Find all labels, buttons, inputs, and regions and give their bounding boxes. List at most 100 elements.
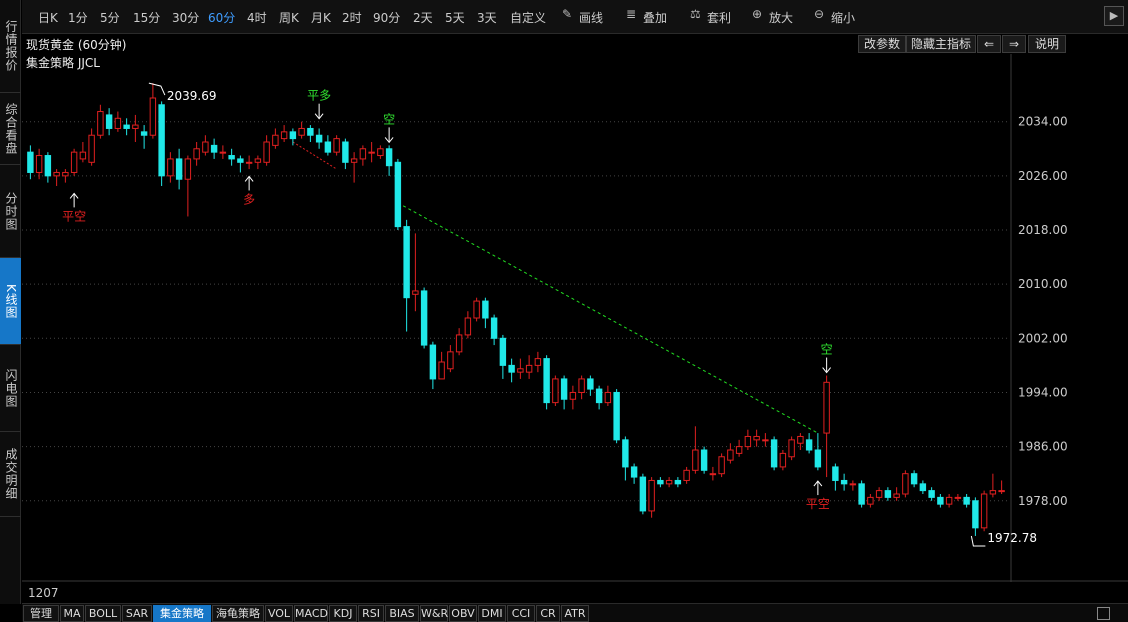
- candle-body: [534, 358, 542, 366]
- candle-body: [998, 490, 1005, 493]
- indicator-tab-15[interactable]: CR: [536, 605, 560, 622]
- candle-body: [175, 158, 183, 180]
- period-button-4[interactable]: 30分: [172, 9, 199, 26]
- period-button-12[interactable]: 5天: [445, 9, 465, 26]
- zoom-out-icon[interactable]: ⊖: [814, 8, 827, 21]
- indicator-tab-0[interactable]: 管理: [23, 605, 59, 622]
- arrow-left-button[interactable]: ⇐: [977, 35, 1001, 53]
- sidebar-tab-label: 分时图: [4, 191, 18, 231]
- candle-body: [587, 378, 594, 390]
- candlestick-chart[interactable]: 2034.00 2026.00 2018.00 2010.00 2002.00 1994.…: [22, 54, 1128, 582]
- indicator-tab-1[interactable]: MA: [60, 605, 84, 622]
- indicator-tab-11[interactable]: W&R: [420, 605, 448, 622]
- candle-body: [525, 364, 533, 373]
- period-button-7[interactable]: 周K: [279, 9, 299, 26]
- period-button-11[interactable]: 2天: [413, 9, 433, 26]
- candle-body: [613, 391, 620, 441]
- candle-body: [648, 479, 655, 512]
- chart-title: 现货黄金 (60分钟): [26, 38, 127, 52]
- arbitrage-icon[interactable]: ⚖: [690, 8, 703, 21]
- signal-label: 平空: [62, 209, 86, 223]
- candle-body: [140, 131, 148, 136]
- y-tick-label: 1994.00: [1018, 385, 1068, 399]
- candle-body: [735, 446, 743, 454]
- period-button-8[interactable]: 月K: [311, 9, 331, 26]
- tool-button-1[interactable]: 叠加: [643, 9, 667, 26]
- indicator-tab-10[interactable]: BIAS: [385, 605, 419, 622]
- sidebar-tab-5[interactable]: 成交明细: [0, 432, 21, 517]
- candle-body: [482, 300, 489, 319]
- sidebar-tab-label: 成交明细: [4, 448, 18, 500]
- indicator-tab-7[interactable]: MACD: [294, 605, 328, 622]
- arrow-right-button[interactable]: ⇒: [1002, 35, 1026, 53]
- candle-body: [333, 138, 340, 153]
- indicator-tab-16[interactable]: ATR: [561, 605, 589, 622]
- indicator-tab-6[interactable]: VOL: [265, 605, 293, 622]
- period-button-10[interactable]: 90分: [373, 9, 400, 26]
- tool-button-4[interactable]: 缩小: [831, 9, 855, 26]
- period-button-6[interactable]: 4时: [247, 9, 267, 26]
- candle-body: [797, 435, 804, 444]
- candle-body: [919, 483, 927, 492]
- high-marker: [148, 82, 166, 96]
- period-button-2[interactable]: 5分: [100, 9, 120, 26]
- indicator-tab-4[interactable]: 集金策略: [153, 605, 211, 622]
- period-button-1[interactable]: 1分: [68, 9, 88, 26]
- tool-button-0[interactable]: 画线: [579, 9, 603, 26]
- candle-body: [123, 124, 130, 129]
- hide-main-indicator-button[interactable]: 隐藏主指标: [906, 35, 976, 53]
- candle-body: [272, 134, 279, 146]
- candle-body: [429, 344, 437, 380]
- signal-label: 多: [243, 192, 255, 206]
- candle-body: [114, 117, 122, 129]
- candle-body: [464, 317, 472, 336]
- indicator-tab-2[interactable]: BOLL: [85, 605, 121, 622]
- sidebar-tab-0[interactable]: 行情报价: [0, 0, 21, 93]
- candle-body: [674, 479, 682, 485]
- sidebar-tab-2[interactable]: 分时图: [0, 165, 21, 258]
- indicator-tab-3[interactable]: SAR: [122, 605, 152, 622]
- candle-body: [53, 171, 60, 177]
- candle-body: [849, 483, 857, 486]
- help-button[interactable]: 说明: [1028, 35, 1066, 53]
- candle-body: [350, 158, 358, 163]
- period-button-3[interactable]: 15分: [133, 9, 160, 26]
- zoom-in-icon[interactable]: ⊕: [752, 8, 765, 21]
- stack-icon[interactable]: ≣: [626, 8, 639, 21]
- sidebar-tab-label: 行情报价: [4, 20, 18, 72]
- indicator-tab-14[interactable]: CCI: [507, 605, 535, 622]
- period-button-5[interactable]: 60分: [208, 9, 235, 26]
- scroll-right-button[interactable]: ▶: [1104, 6, 1124, 26]
- candle-body: [910, 473, 918, 485]
- period-button-13[interactable]: 3天: [477, 9, 497, 26]
- candle-body: [569, 391, 577, 400]
- pencil-icon[interactable]: ✎: [562, 8, 575, 21]
- tool-button-2[interactable]: 套利: [707, 9, 731, 26]
- candle-body: [499, 337, 507, 366]
- period-button-9[interactable]: 2时: [342, 9, 362, 26]
- indicator-tab-5[interactable]: 海龟策略: [212, 605, 264, 622]
- candle-body: [639, 476, 647, 512]
- candle-body: [79, 151, 87, 160]
- candle-body: [657, 479, 664, 485]
- candle-body: [167, 158, 174, 177]
- sidebar-tab-4[interactable]: 闪电图: [0, 345, 21, 432]
- sidebar-tab-1[interactable]: 综合看盘: [0, 93, 21, 165]
- corner-icon[interactable]: [1097, 607, 1110, 620]
- tool-button-3[interactable]: 放大: [769, 9, 793, 26]
- candle-body: [315, 134, 323, 143]
- indicator-tab-13[interactable]: DMI: [478, 605, 506, 622]
- sidebar-tab-3[interactable]: K线图: [0, 258, 21, 345]
- candle-body: [630, 466, 638, 478]
- high-price-label: 2039.69: [167, 89, 217, 103]
- indicator-tab-8[interactable]: KDJ: [329, 605, 357, 622]
- period-button-0[interactable]: 日K: [38, 9, 58, 26]
- indicator-tab-12[interactable]: OBV: [449, 605, 477, 622]
- indicator-tab-9[interactable]: RSI: [358, 605, 384, 622]
- period-button-14[interactable]: 自定义: [510, 9, 546, 26]
- candle-body: [805, 439, 813, 451]
- candle-body: [184, 158, 192, 180]
- candle-body: [893, 493, 900, 498]
- change-params-button[interactable]: 改参数: [858, 35, 906, 53]
- candle-body: [447, 351, 454, 370]
